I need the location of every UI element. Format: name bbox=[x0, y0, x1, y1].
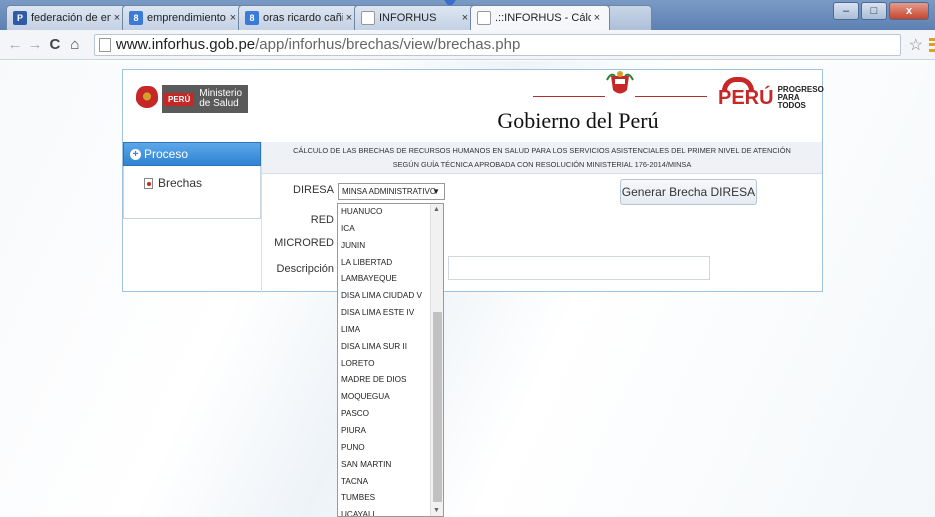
browser-tab[interactable]: INFORHUS × bbox=[354, 5, 478, 30]
google-favicon-icon: 8 bbox=[129, 11, 143, 25]
dropdown-option[interactable]: LAMBAYEQUE bbox=[338, 271, 431, 288]
peru-mark: PERÚ bbox=[718, 76, 774, 110]
dropdown-option[interactable]: MADRE DE DIOS bbox=[338, 372, 431, 389]
maximize-button[interactable]: □ bbox=[861, 2, 887, 20]
url-host: www.inforhus.gob.pe bbox=[115, 36, 256, 53]
minsa-box: PERÚ Ministerio de Salud bbox=[162, 85, 249, 113]
dropdown-option[interactable]: UCAYALI bbox=[338, 507, 431, 516]
tab-title: emprendimiento ppt - Bu bbox=[147, 12, 227, 24]
dropdown-option[interactable]: ICA bbox=[338, 221, 431, 238]
dropdown-options: HUANUCO ICA JUNIN LA LIBERTAD LAMBAYEQUE DISA… bbox=[338, 204, 431, 516]
scroll-down-icon[interactable]: ▼ bbox=[433, 507, 440, 514]
dropdown-option[interactable]: DISA LIMA SUR II bbox=[338, 339, 431, 356]
tab-title: .::INFORHUS - Cálculo de bbox=[495, 12, 591, 24]
page-favicon-icon bbox=[477, 11, 491, 25]
sidebar-section-label: Proceso bbox=[144, 147, 189, 161]
minsa-line2: de Salud bbox=[199, 98, 239, 109]
scrollbar-thumb[interactable] bbox=[433, 312, 442, 502]
home-icon[interactable]: ⌂ bbox=[66, 36, 84, 53]
slogan-line2: PARA TODOS bbox=[777, 93, 806, 110]
dropdown-option[interactable]: TUMBES bbox=[338, 490, 431, 507]
tab-title: INFORHUS bbox=[379, 12, 437, 24]
slogan: PROGRESO PARA TODOS bbox=[778, 86, 824, 110]
dropdown-option[interactable]: HUANUCO bbox=[338, 204, 431, 221]
site-header: PERÚ Ministerio de Salud Gobierno del Pe… bbox=[123, 70, 824, 141]
browser-titlebar: P federación de enfermeras × 8 emprendim… bbox=[0, 0, 935, 30]
dropdown-option[interactable]: LIMA bbox=[338, 322, 431, 339]
forward-arrow-icon[interactable]: → bbox=[26, 36, 44, 53]
descripcion-label: Descripción bbox=[276, 263, 334, 275]
powerpoint-favicon-icon: P bbox=[13, 11, 27, 25]
plus-circle-icon: + bbox=[130, 148, 141, 160]
dropdown-option[interactable]: TACNA bbox=[338, 474, 431, 491]
dropdown-option[interactable]: LORETO bbox=[338, 356, 431, 373]
tab-title: federación de enfermeras bbox=[31, 12, 111, 24]
page-icon bbox=[98, 37, 111, 52]
dropdown-option[interactable]: JUNIN bbox=[338, 238, 431, 255]
diresa-label: DIRESA bbox=[293, 184, 334, 196]
sidebar: + Proceso Brechas bbox=[123, 142, 261, 219]
close-window-button[interactable]: x bbox=[889, 2, 929, 20]
diresa-selected-value: MINSA ADMINISTRATIVO bbox=[342, 187, 437, 196]
caption-line1: CÁLCULO DE LAS BRECHAS DE RECURSOS HUMAN… bbox=[293, 146, 791, 155]
dropdown-option[interactable]: SAN MARTIN bbox=[338, 457, 431, 474]
window-controls: – □ x bbox=[833, 2, 929, 20]
minsa-text: Ministerio de Salud bbox=[199, 89, 242, 109]
tab-close-icon[interactable]: × bbox=[591, 12, 603, 24]
tab-strip: P federación de enfermeras × 8 emprendim… bbox=[6, 5, 652, 30]
select-arrow-icon: ▼ bbox=[432, 187, 440, 196]
sidebar-item-brechas[interactable]: Brechas bbox=[124, 166, 260, 190]
google-favicon-icon: 8 bbox=[245, 11, 259, 25]
sidebar-section-proceso[interactable]: + Proceso bbox=[123, 142, 261, 166]
dropdown-option[interactable]: DISA LIMA CIUDAD V bbox=[338, 288, 431, 305]
bookmark-star-icon[interactable]: ☆ bbox=[909, 35, 923, 55]
descripcion-input[interactable] bbox=[448, 256, 710, 280]
microred-label: MICRORED bbox=[274, 237, 334, 249]
browser-toolbar: ← → C ⌂ www.inforhus.gob.pe /app/inforhu… bbox=[0, 30, 935, 60]
dropdown-option[interactable]: DISA LIMA ESTE IV bbox=[338, 305, 431, 322]
address-bar[interactable]: www.inforhus.gob.pe /app/inforhus/brecha… bbox=[93, 33, 901, 56]
dropdown-option[interactable]: PIURA bbox=[338, 423, 431, 440]
caption-line2: SEGÚN GUÍA TÉCNICA APROBADA CON RESOLUCI… bbox=[392, 160, 692, 169]
diresa-dropdown-list[interactable]: HUANUCO ICA JUNIN LA LIBERTAD LAMBAYEQUE DISA… bbox=[337, 203, 444, 517]
minimize-button[interactable]: – bbox=[833, 2, 859, 20]
peru-progreso-logo: PERÚ PROGRESO PARA TODOS bbox=[718, 76, 824, 110]
generar-brecha-button[interactable]: Generar Brecha DIRESA bbox=[620, 179, 757, 205]
header-rule-right bbox=[635, 96, 707, 97]
browser-tab[interactable]: P federación de enfermeras × bbox=[6, 5, 130, 30]
dropdown-option[interactable]: MOQUEGUA bbox=[338, 389, 431, 406]
page-title: Gobierno del Perú bbox=[497, 108, 659, 133]
reload-icon[interactable]: C bbox=[46, 36, 64, 53]
form-caption: CÁLCULO DE LAS BRECHAS DE RECURSOS HUMAN… bbox=[262, 142, 822, 174]
coat-of-arms-icon bbox=[136, 86, 158, 112]
browser-tab-active[interactable]: .::INFORHUS - Cálculo de × bbox=[470, 5, 610, 30]
url-path: /app/inforhus/brechas/view/brechas.php bbox=[255, 36, 521, 53]
back-arrow-icon[interactable]: ← bbox=[6, 36, 24, 53]
main-panel: PERÚ Ministerio de Salud Gobierno del Pe… bbox=[122, 69, 824, 292]
dropdown-scrollbar[interactable]: ▲ ▼ bbox=[430, 204, 443, 516]
sidebar-item-label: Brechas bbox=[158, 176, 203, 190]
tab-title: oras ricardo cañizares - Bu bbox=[263, 12, 343, 24]
header-rule-left bbox=[533, 96, 605, 97]
peru-flag-badge: PERÚ bbox=[164, 92, 195, 106]
browser-tab[interactable]: 8 oras ricardo cañizares - Bu × bbox=[238, 5, 362, 30]
browser-tab[interactable]: 8 emprendimiento ppt - Bu × bbox=[122, 5, 246, 30]
dropdown-option[interactable]: PUNO bbox=[338, 440, 431, 457]
diresa-select[interactable]: MINSA ADMINISTRATIVO ▼ bbox=[338, 183, 445, 200]
scroll-up-icon[interactable]: ▲ bbox=[433, 206, 440, 213]
sidebar-body: Brechas bbox=[123, 166, 261, 219]
dropdown-option[interactable]: LA LIBERTAD bbox=[338, 255, 431, 272]
national-emblem-icon bbox=[606, 71, 634, 94]
chrome-menu-icon[interactable] bbox=[929, 37, 935, 52]
dropdown-option[interactable]: PASCO bbox=[338, 406, 431, 423]
document-icon bbox=[144, 177, 153, 189]
ministerio-salud-logo[interactable]: PERÚ Ministerio de Salud bbox=[136, 82, 249, 116]
peru-arc-icon bbox=[722, 76, 754, 91]
page-favicon-icon bbox=[361, 11, 375, 25]
red-label: RED bbox=[310, 214, 334, 226]
